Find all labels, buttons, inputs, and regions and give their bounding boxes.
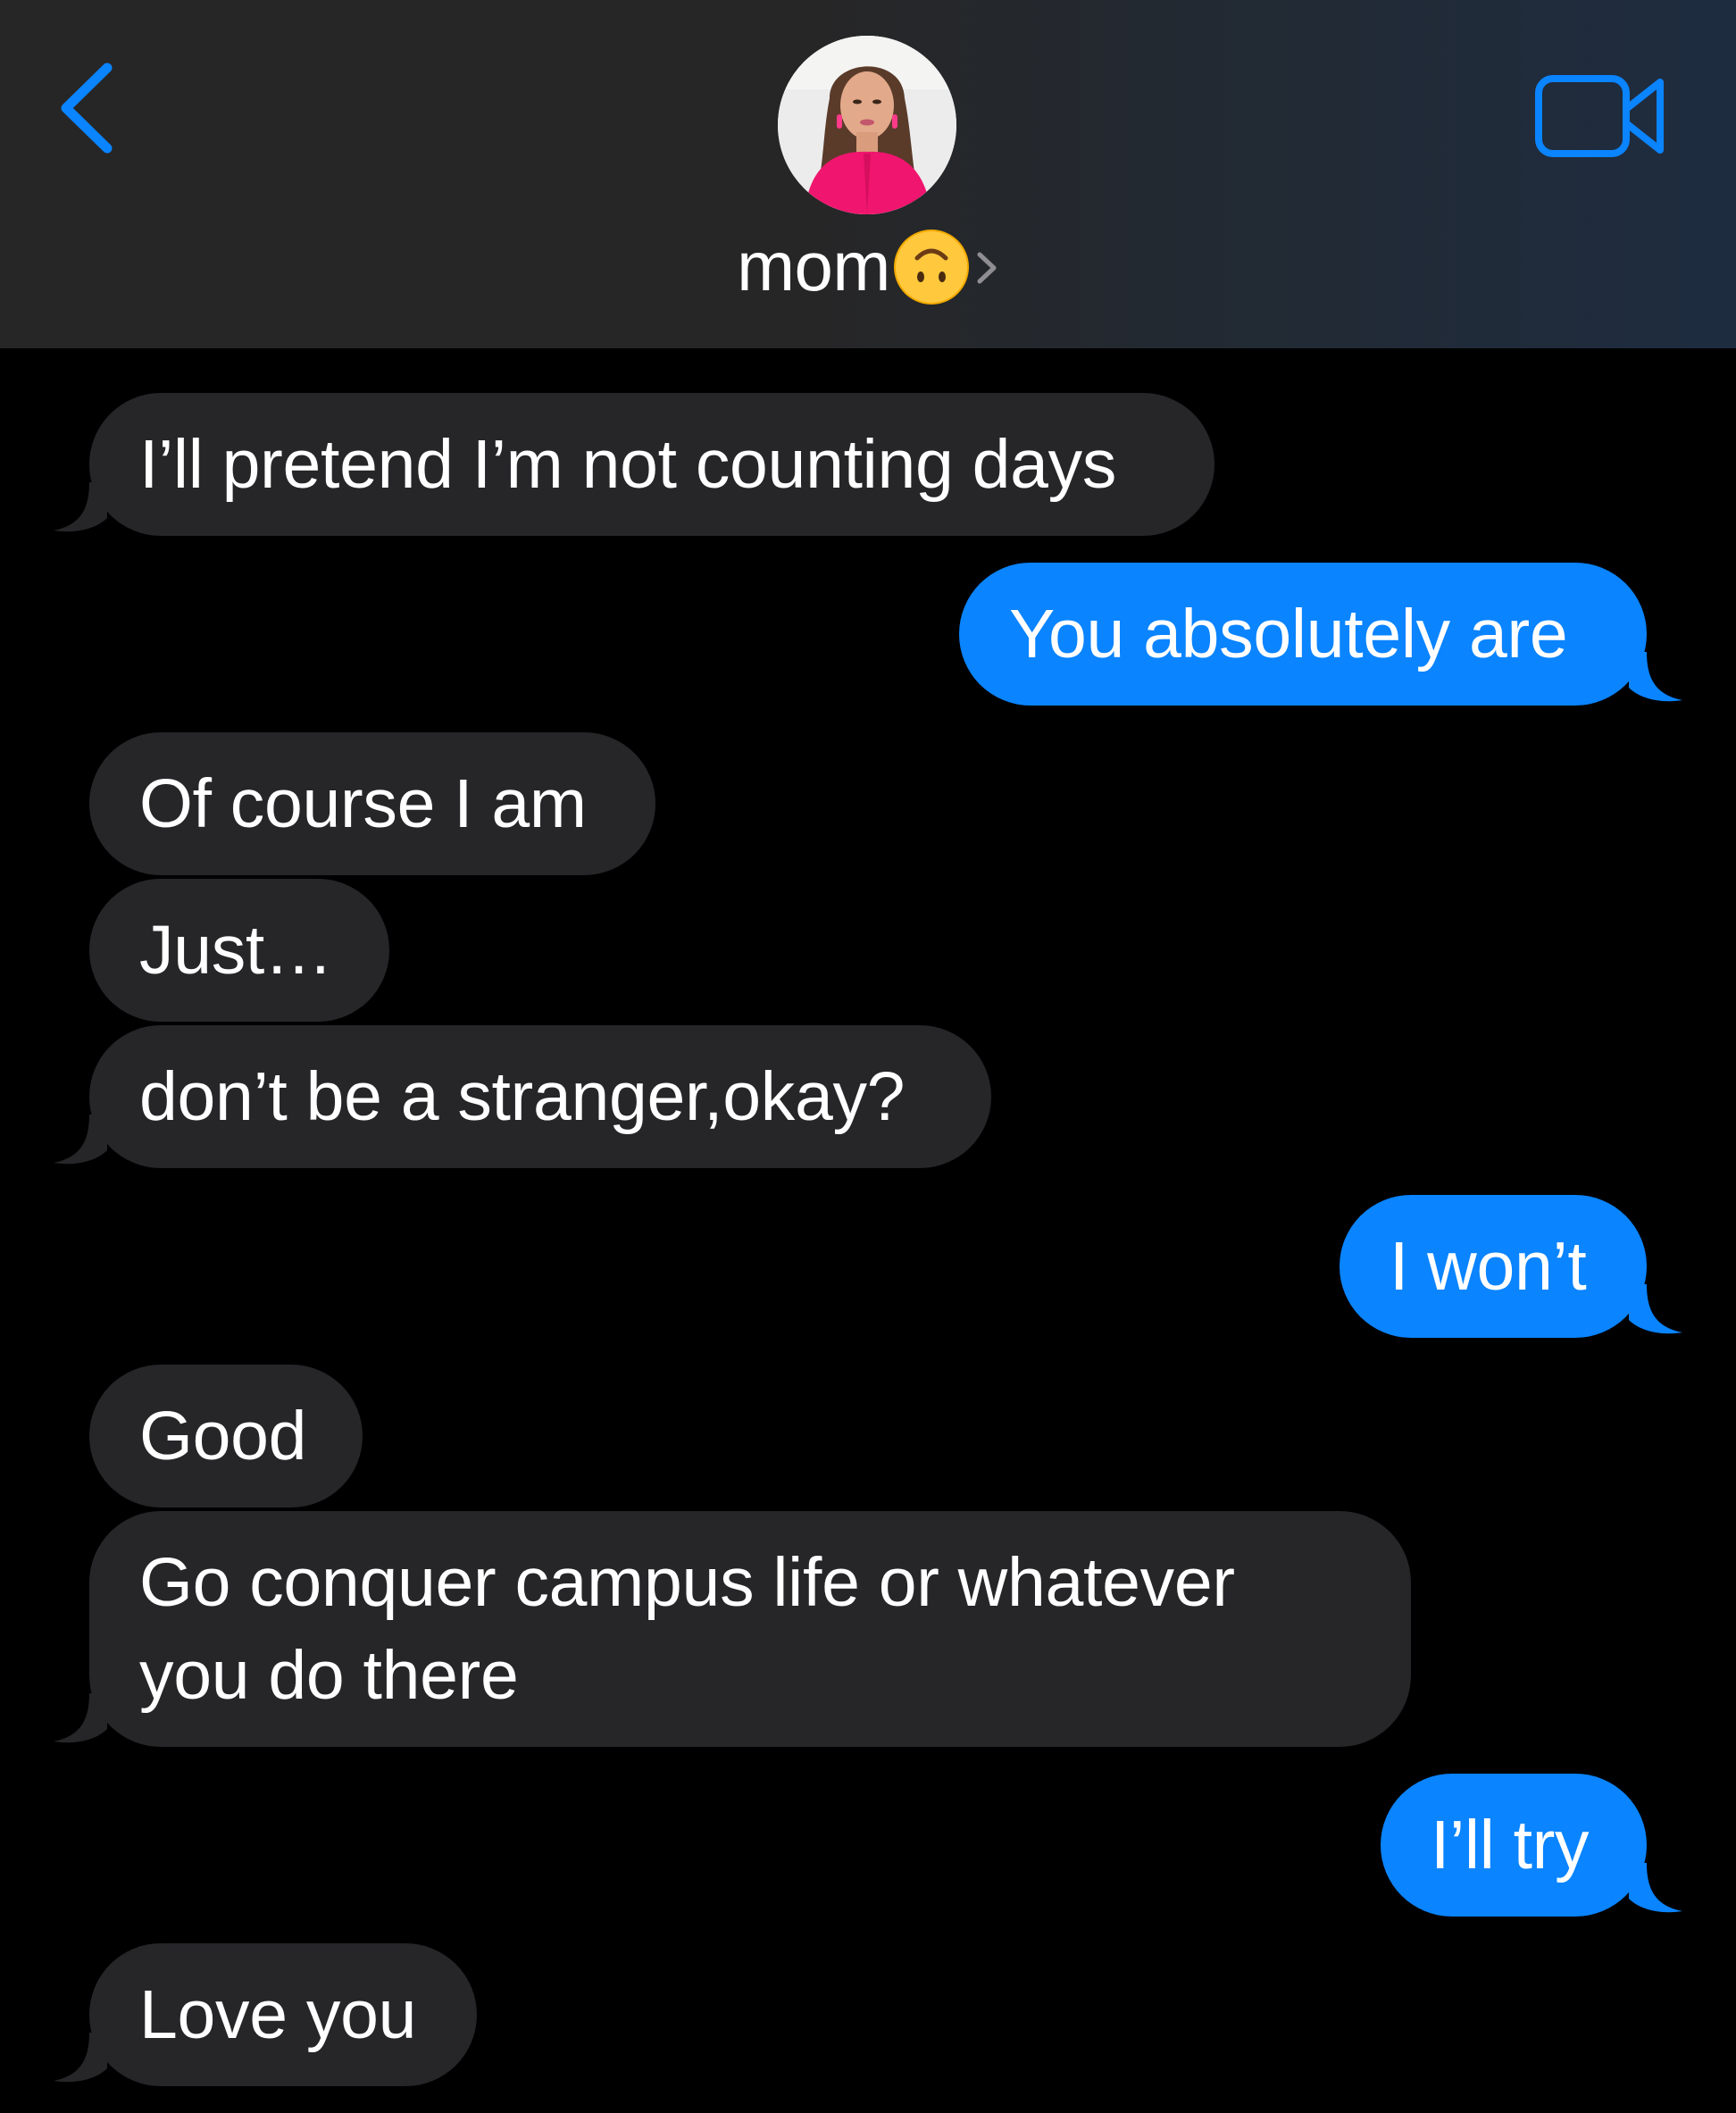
message-bubble-incoming[interactable]: Good: [89, 1365, 363, 1507]
upside-down-face-emoji: [893, 230, 969, 305]
message-bubble-outgoing[interactable]: You absolutely are: [959, 563, 1647, 706]
bubble-tail-outgoing: [1629, 1284, 1682, 1334]
back-button[interactable]: [55, 59, 127, 157]
bubble-tail-incoming: [54, 2033, 107, 2083]
message-bubble-incoming[interactable]: Of course I am: [89, 732, 655, 875]
video-camera-icon: [1535, 75, 1664, 157]
message-text: Go conquer campus life or whatever you d…: [139, 1544, 1235, 1714]
bubble-tail-outgoing: [1629, 1863, 1682, 1913]
message-text: I’ll try: [1431, 1807, 1590, 1883]
message-text: You absolutely are: [1009, 596, 1568, 672]
message-thread[interactable]: I’ll pretend I’m not counting days You a…: [0, 348, 1736, 2113]
message-bubble-incoming[interactable]: I’ll pretend I’m not counting days: [89, 393, 1214, 536]
contact-avatar[interactable]: [778, 36, 956, 214]
message-bubble-incoming[interactable]: Just…: [89, 879, 389, 1022]
message-text: Just…: [139, 912, 333, 989]
conversation-header: mom: [0, 0, 1736, 348]
bubble-tail-incoming: [54, 482, 107, 532]
message-bubble-outgoing[interactable]: I won’t: [1340, 1195, 1647, 1338]
chevron-right-icon: [977, 252, 997, 284]
contact-name-link[interactable]: mom: [0, 221, 1736, 311]
avatar-photo: [778, 36, 956, 214]
message-text: Good: [139, 1398, 307, 1474]
chevron-left-icon: [61, 63, 113, 154]
video-call-button[interactable]: [1534, 73, 1668, 159]
message-text: Love you: [139, 1976, 417, 2053]
bubble-tail-incoming: [54, 1115, 107, 1165]
contact-name: mom: [737, 227, 890, 305]
message-text: I won’t: [1390, 1228, 1587, 1305]
bubble-tail-incoming: [54, 1693, 107, 1743]
bubble-tail-outgoing: [1629, 652, 1682, 702]
message-text: Of course I am: [139, 765, 587, 842]
message-text: don’t be a stranger,okay?: [139, 1058, 906, 1135]
message-bubble-incoming[interactable]: Love you: [89, 1943, 477, 2086]
message-bubble-incoming[interactable]: Go conquer campus life or whatever you d…: [89, 1511, 1411, 1747]
message-bubble-outgoing[interactable]: I’ll try: [1381, 1774, 1647, 1917]
message-bubble-incoming[interactable]: don’t be a stranger,okay?: [89, 1025, 991, 1168]
message-text: I’ll pretend I’m not counting days: [139, 426, 1117, 503]
